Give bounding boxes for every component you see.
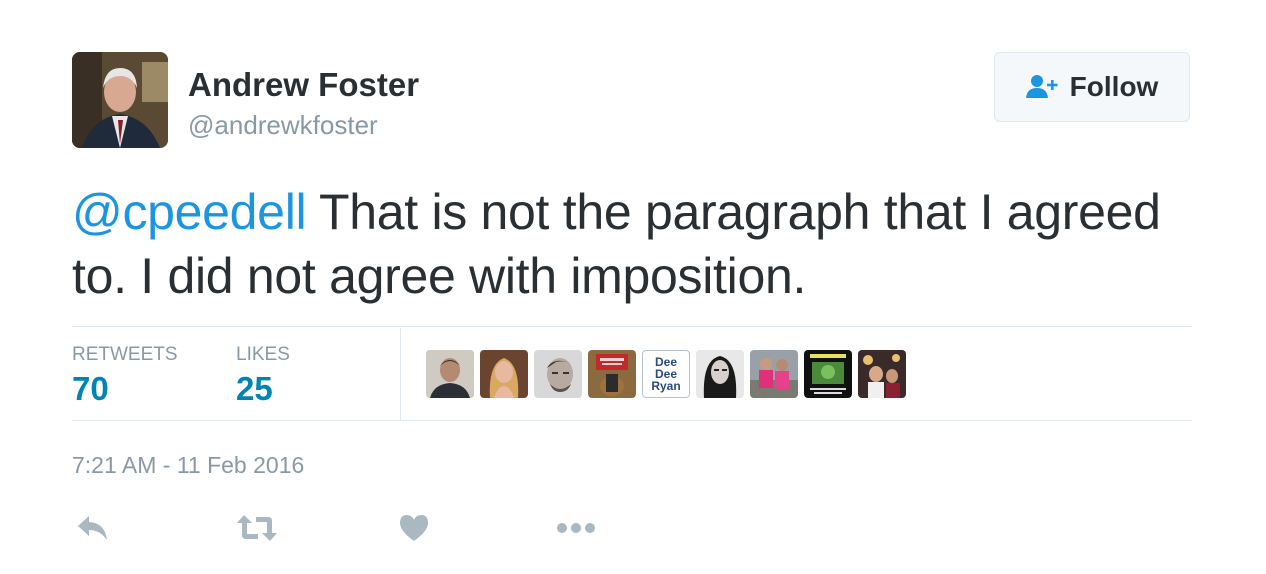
tweet-timestamp[interactable]: 7:21 AM - 11 Feb 2016 bbox=[72, 452, 304, 479]
liker-avatar[interactable] bbox=[696, 350, 744, 398]
reply-button[interactable] bbox=[76, 510, 110, 550]
user-display-name[interactable]: Andrew Foster bbox=[188, 66, 419, 104]
more-icon bbox=[556, 521, 596, 539]
liker-avatar-text: Dee Dee Ryan bbox=[651, 355, 681, 393]
stats-top-divider bbox=[72, 326, 1192, 327]
liker-avatar[interactable] bbox=[426, 350, 474, 398]
more-button[interactable] bbox=[556, 510, 596, 550]
tweet-actions bbox=[72, 510, 672, 554]
likes-count[interactable]: 25 bbox=[236, 370, 273, 408]
tweet-text: @cpeedell That is not the paragraph that… bbox=[72, 180, 1172, 308]
liker-avatar[interactable] bbox=[588, 350, 636, 398]
avatar-photo bbox=[72, 52, 168, 148]
stats-vertical-divider bbox=[400, 328, 401, 420]
user-handle[interactable]: @andrewkfoster bbox=[188, 110, 378, 141]
retweet-button[interactable] bbox=[236, 510, 278, 550]
heart-icon bbox=[398, 513, 430, 548]
like-button[interactable] bbox=[398, 510, 430, 550]
likes-label: LIKES bbox=[236, 344, 290, 365]
retweets-label: RETWEETS bbox=[72, 344, 178, 365]
follow-button[interactable]: Follow bbox=[994, 52, 1190, 122]
user-avatar[interactable] bbox=[72, 52, 168, 148]
tweet-mention-link[interactable]: @cpeedell bbox=[72, 184, 307, 240]
stats-bottom-divider bbox=[72, 420, 1192, 421]
retweet-icon bbox=[236, 513, 278, 548]
reply-icon bbox=[76, 513, 110, 548]
liker-avatar[interactable] bbox=[750, 350, 798, 398]
retweets-count[interactable]: 70 bbox=[72, 370, 109, 408]
follow-button-label: Follow bbox=[1069, 71, 1159, 102]
liker-avatar[interactable] bbox=[858, 350, 906, 398]
liker-avatar[interactable] bbox=[804, 350, 852, 398]
liker-avatar[interactable] bbox=[534, 350, 582, 398]
liker-avatar[interactable]: Dee Dee Ryan bbox=[642, 350, 690, 398]
add-user-icon bbox=[1025, 74, 1060, 100]
liker-avatar[interactable] bbox=[480, 350, 528, 398]
liker-avatars: Dee Dee Ryan bbox=[426, 350, 906, 398]
